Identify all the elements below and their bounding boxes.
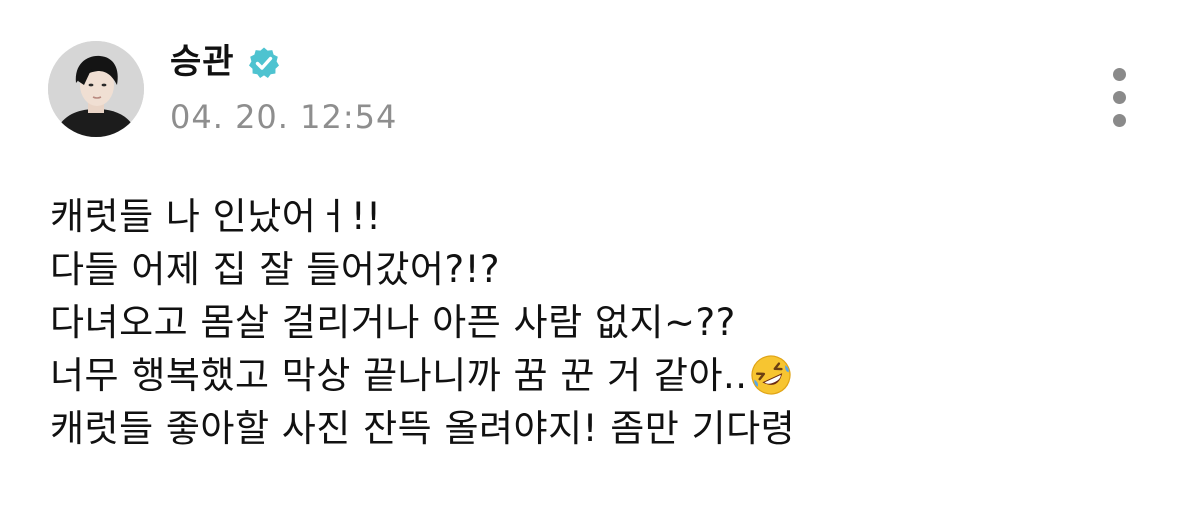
- post-line-4: 너무 행복했고 막상 끝나니까 꿈 꾼 거 같아..: [50, 349, 1150, 402]
- verified-badge-icon: [249, 47, 279, 78]
- post-card: 승관 04. 20. 12:54 캐럿들 나 인났어ㅓ!! 다들 어제 집 잘 …: [0, 0, 1179, 527]
- avatar[interactable]: [48, 41, 144, 137]
- avatar-photo-icon: [48, 41, 144, 137]
- post-line-2: 다들 어제 집 잘 들어갔어?!?: [50, 248, 501, 291]
- post-line-1: 캐럿들 나 인났어ㅓ!!: [50, 195, 382, 238]
- post-timestamp: 04. 20. 12:54: [170, 98, 398, 136]
- post-body: 캐럿들 나 인났어ㅓ!! 다들 어제 집 잘 들어갔어?!? 다녀오고 몸살 걸…: [50, 190, 1150, 455]
- post-line-4-text: 너무 행복했고 막상 끝나니까 꿈 꾼 거 같아..: [50, 354, 748, 397]
- rolling-laughing-emoji-icon: [750, 355, 791, 395]
- author-name[interactable]: 승관: [170, 40, 235, 84]
- post-line-5: 캐럿들 좋아할 사진 잔뜩 올려야지! 좀만 기다령: [50, 407, 796, 450]
- post-line-3: 다녀오고 몸살 걸리거나 아픈 사람 없지~??: [50, 301, 736, 344]
- more-options-button[interactable]: [1100, 64, 1140, 130]
